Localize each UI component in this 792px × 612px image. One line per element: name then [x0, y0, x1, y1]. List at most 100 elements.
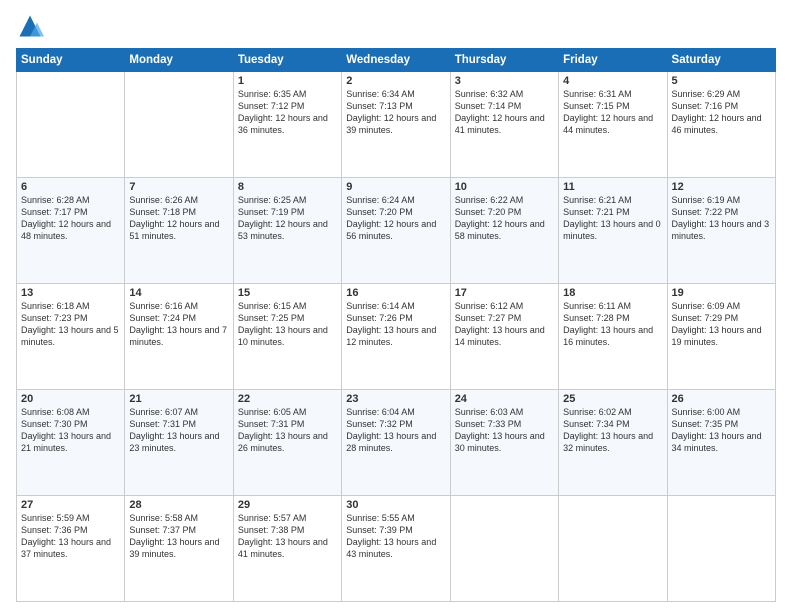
day-number: 3 — [455, 75, 554, 87]
day-number: 7 — [129, 181, 228, 193]
day-number: 24 — [455, 393, 554, 405]
day-number: 14 — [129, 287, 228, 299]
day-info: Sunrise: 6:21 AMSunset: 7:21 PMDaylight:… — [563, 194, 662, 243]
day-number: 15 — [238, 287, 337, 299]
calendar-cell: 5Sunrise: 6:29 AMSunset: 7:16 PMDaylight… — [667, 72, 775, 178]
calendar-cell: 18Sunrise: 6:11 AMSunset: 7:28 PMDayligh… — [559, 284, 667, 390]
day-info: Sunrise: 6:34 AMSunset: 7:13 PMDaylight:… — [346, 88, 445, 137]
day-info: Sunrise: 6:15 AMSunset: 7:25 PMDaylight:… — [238, 300, 337, 349]
calendar-table: SundayMondayTuesdayWednesdayThursdayFrid… — [16, 48, 776, 602]
calendar-week-3: 13Sunrise: 6:18 AMSunset: 7:23 PMDayligh… — [17, 284, 776, 390]
calendar-cell: 15Sunrise: 6:15 AMSunset: 7:25 PMDayligh… — [233, 284, 341, 390]
page: SundayMondayTuesdayWednesdayThursdayFrid… — [0, 0, 792, 612]
day-info: Sunrise: 5:55 AMSunset: 7:39 PMDaylight:… — [346, 512, 445, 561]
calendar-cell: 13Sunrise: 6:18 AMSunset: 7:23 PMDayligh… — [17, 284, 125, 390]
calendar-cell: 16Sunrise: 6:14 AMSunset: 7:26 PMDayligh… — [342, 284, 450, 390]
calendar-header-thursday: Thursday — [450, 49, 558, 72]
day-info: Sunrise: 6:28 AMSunset: 7:17 PMDaylight:… — [21, 194, 120, 243]
header — [16, 12, 776, 40]
calendar-cell: 26Sunrise: 6:00 AMSunset: 7:35 PMDayligh… — [667, 390, 775, 496]
day-number: 21 — [129, 393, 228, 405]
calendar-cell: 29Sunrise: 5:57 AMSunset: 7:38 PMDayligh… — [233, 496, 341, 602]
day-info: Sunrise: 6:16 AMSunset: 7:24 PMDaylight:… — [129, 300, 228, 349]
day-number: 19 — [672, 287, 771, 299]
day-number: 13 — [21, 287, 120, 299]
calendar-cell: 20Sunrise: 6:08 AMSunset: 7:30 PMDayligh… — [17, 390, 125, 496]
day-info: Sunrise: 6:26 AMSunset: 7:18 PMDaylight:… — [129, 194, 228, 243]
logo — [16, 12, 48, 40]
calendar-cell — [450, 496, 558, 602]
day-info: Sunrise: 5:58 AMSunset: 7:37 PMDaylight:… — [129, 512, 228, 561]
calendar-cell: 19Sunrise: 6:09 AMSunset: 7:29 PMDayligh… — [667, 284, 775, 390]
calendar-header-row: SundayMondayTuesdayWednesdayThursdayFrid… — [17, 49, 776, 72]
day-number: 16 — [346, 287, 445, 299]
day-info: Sunrise: 6:35 AMSunset: 7:12 PMDaylight:… — [238, 88, 337, 137]
day-info: Sunrise: 6:29 AMSunset: 7:16 PMDaylight:… — [672, 88, 771, 137]
day-info: Sunrise: 6:04 AMSunset: 7:32 PMDaylight:… — [346, 406, 445, 455]
day-number: 2 — [346, 75, 445, 87]
day-number: 17 — [455, 287, 554, 299]
calendar-cell: 10Sunrise: 6:22 AMSunset: 7:20 PMDayligh… — [450, 178, 558, 284]
calendar-cell — [559, 496, 667, 602]
calendar-header-tuesday: Tuesday — [233, 49, 341, 72]
calendar-header-saturday: Saturday — [667, 49, 775, 72]
calendar-cell: 14Sunrise: 6:16 AMSunset: 7:24 PMDayligh… — [125, 284, 233, 390]
calendar-cell: 22Sunrise: 6:05 AMSunset: 7:31 PMDayligh… — [233, 390, 341, 496]
calendar-week-5: 27Sunrise: 5:59 AMSunset: 7:36 PMDayligh… — [17, 496, 776, 602]
day-info: Sunrise: 6:03 AMSunset: 7:33 PMDaylight:… — [455, 406, 554, 455]
day-number: 6 — [21, 181, 120, 193]
calendar-cell: 30Sunrise: 5:55 AMSunset: 7:39 PMDayligh… — [342, 496, 450, 602]
calendar-cell: 17Sunrise: 6:12 AMSunset: 7:27 PMDayligh… — [450, 284, 558, 390]
calendar-cell — [667, 496, 775, 602]
day-info: Sunrise: 6:19 AMSunset: 7:22 PMDaylight:… — [672, 194, 771, 243]
day-number: 4 — [563, 75, 662, 87]
day-number: 20 — [21, 393, 120, 405]
day-number: 29 — [238, 499, 337, 511]
calendar-cell: 4Sunrise: 6:31 AMSunset: 7:15 PMDaylight… — [559, 72, 667, 178]
day-number: 8 — [238, 181, 337, 193]
day-number: 25 — [563, 393, 662, 405]
calendar-cell: 24Sunrise: 6:03 AMSunset: 7:33 PMDayligh… — [450, 390, 558, 496]
day-info: Sunrise: 6:24 AMSunset: 7:20 PMDaylight:… — [346, 194, 445, 243]
calendar-header-friday: Friday — [559, 49, 667, 72]
calendar-cell: 3Sunrise: 6:32 AMSunset: 7:14 PMDaylight… — [450, 72, 558, 178]
calendar-cell: 11Sunrise: 6:21 AMSunset: 7:21 PMDayligh… — [559, 178, 667, 284]
day-info: Sunrise: 5:59 AMSunset: 7:36 PMDaylight:… — [21, 512, 120, 561]
calendar-header-wednesday: Wednesday — [342, 49, 450, 72]
calendar-cell — [17, 72, 125, 178]
calendar-week-1: 1Sunrise: 6:35 AMSunset: 7:12 PMDaylight… — [17, 72, 776, 178]
day-number: 30 — [346, 499, 445, 511]
calendar-cell: 25Sunrise: 6:02 AMSunset: 7:34 PMDayligh… — [559, 390, 667, 496]
calendar-cell: 27Sunrise: 5:59 AMSunset: 7:36 PMDayligh… — [17, 496, 125, 602]
calendar-cell: 23Sunrise: 6:04 AMSunset: 7:32 PMDayligh… — [342, 390, 450, 496]
calendar-cell: 28Sunrise: 5:58 AMSunset: 7:37 PMDayligh… — [125, 496, 233, 602]
day-info: Sunrise: 6:07 AMSunset: 7:31 PMDaylight:… — [129, 406, 228, 455]
day-info: Sunrise: 6:18 AMSunset: 7:23 PMDaylight:… — [21, 300, 120, 349]
day-number: 27 — [21, 499, 120, 511]
day-info: Sunrise: 6:09 AMSunset: 7:29 PMDaylight:… — [672, 300, 771, 349]
day-info: Sunrise: 6:11 AMSunset: 7:28 PMDaylight:… — [563, 300, 662, 349]
calendar-cell: 12Sunrise: 6:19 AMSunset: 7:22 PMDayligh… — [667, 178, 775, 284]
day-info: Sunrise: 6:12 AMSunset: 7:27 PMDaylight:… — [455, 300, 554, 349]
calendar-cell: 6Sunrise: 6:28 AMSunset: 7:17 PMDaylight… — [17, 178, 125, 284]
day-info: Sunrise: 5:57 AMSunset: 7:38 PMDaylight:… — [238, 512, 337, 561]
calendar-cell: 9Sunrise: 6:24 AMSunset: 7:20 PMDaylight… — [342, 178, 450, 284]
day-info: Sunrise: 6:05 AMSunset: 7:31 PMDaylight:… — [238, 406, 337, 455]
calendar-cell — [125, 72, 233, 178]
calendar-cell: 7Sunrise: 6:26 AMSunset: 7:18 PMDaylight… — [125, 178, 233, 284]
day-number: 26 — [672, 393, 771, 405]
logo-icon — [16, 12, 44, 40]
calendar-cell: 1Sunrise: 6:35 AMSunset: 7:12 PMDaylight… — [233, 72, 341, 178]
calendar-cell: 21Sunrise: 6:07 AMSunset: 7:31 PMDayligh… — [125, 390, 233, 496]
day-info: Sunrise: 6:08 AMSunset: 7:30 PMDaylight:… — [21, 406, 120, 455]
calendar-header-sunday: Sunday — [17, 49, 125, 72]
day-number: 23 — [346, 393, 445, 405]
day-number: 1 — [238, 75, 337, 87]
day-info: Sunrise: 6:00 AMSunset: 7:35 PMDaylight:… — [672, 406, 771, 455]
day-number: 22 — [238, 393, 337, 405]
calendar-week-4: 20Sunrise: 6:08 AMSunset: 7:30 PMDayligh… — [17, 390, 776, 496]
day-number: 28 — [129, 499, 228, 511]
day-info: Sunrise: 6:14 AMSunset: 7:26 PMDaylight:… — [346, 300, 445, 349]
calendar-header-monday: Monday — [125, 49, 233, 72]
day-number: 12 — [672, 181, 771, 193]
